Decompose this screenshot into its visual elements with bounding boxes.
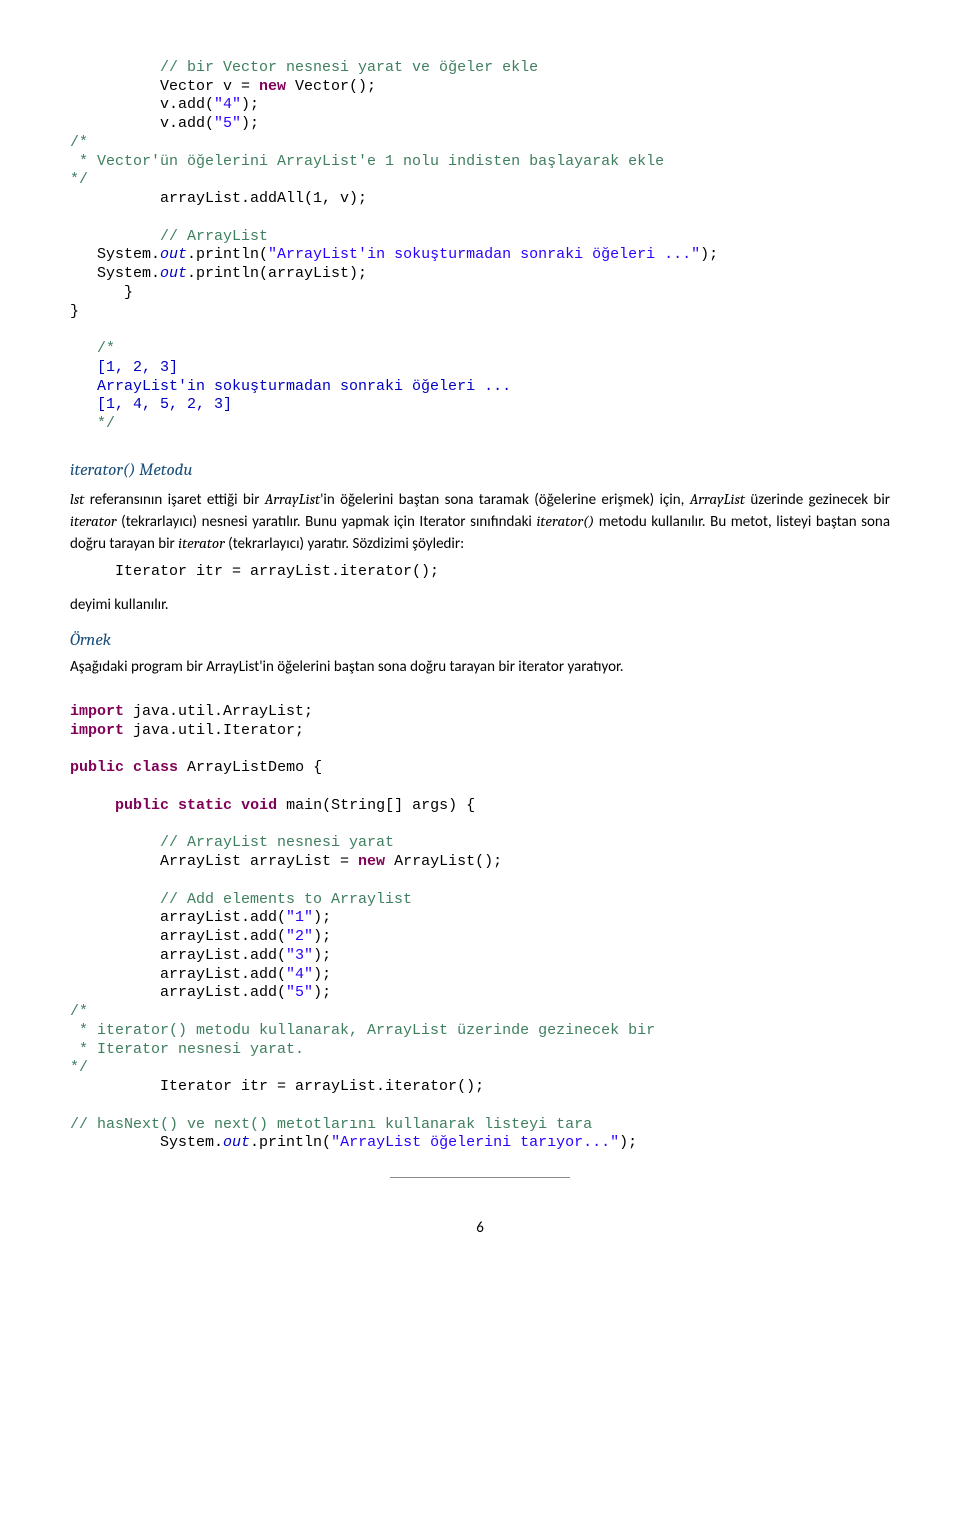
code-line: arrayList.add("2"); <box>70 928 331 945</box>
comment: */ <box>70 171 88 188</box>
code-line: v.add("4"); <box>70 96 259 113</box>
section-heading-ornek: Örnek <box>70 630 890 653</box>
paragraph-ornek: Aşağıdaki program bir ArrayList'in öğele… <box>70 657 890 678</box>
code-line: v.add("5"); <box>70 115 259 132</box>
section-heading-iterator: iterator() Metodu <box>70 460 890 483</box>
comment: /* <box>70 340 115 357</box>
code-line: import java.util.ArrayList; <box>70 703 313 720</box>
code-line: System.out.println(arrayList); <box>70 265 367 282</box>
page-number: 6 <box>70 1218 890 1238</box>
comment: * iterator() metodu kullanarak, ArrayLis… <box>70 1022 655 1039</box>
comment: */ <box>70 1059 88 1076</box>
code-line: } <box>70 284 133 301</box>
comment: /* <box>70 1003 88 1020</box>
code-line: Vector v = new Vector(); <box>70 78 376 95</box>
output-line: [1, 4, 5, 2, 3] <box>70 396 232 413</box>
paragraph-iterator: lst referansının işaret ettiği bir Array… <box>70 489 890 555</box>
comment: // hasNext() ve next() metotlarını kulla… <box>70 1116 592 1133</box>
output-line: ArrayList'in sokuşturmadan sonraki öğele… <box>70 378 511 395</box>
comment: // bir Vector nesnesi yarat ve öğeler ek… <box>70 59 538 76</box>
code-line-iterator: Iterator itr = arrayList.iterator(); <box>70 563 890 582</box>
comment: */ <box>70 415 115 432</box>
code-line: ArrayList arrayList = new ArrayList(); <box>70 853 502 870</box>
comment: // Add elements to Arraylist <box>70 891 412 908</box>
code-line: } <box>70 303 79 320</box>
code-line: System.out.println("ArrayList öğelerini … <box>70 1134 637 1151</box>
output-line: [1, 2, 3] <box>70 359 178 376</box>
code-line: arrayList.add("5"); <box>70 984 331 1001</box>
code-line: import java.util.Iterator; <box>70 722 304 739</box>
code-line: Iterator itr = arrayList.iterator(); <box>70 1078 484 1095</box>
code-line: arrayList.add("3"); <box>70 947 331 964</box>
comment: /* <box>70 134 88 151</box>
comment: // ArrayList <box>70 228 268 245</box>
code-line: arrayList.add("4"); <box>70 966 331 983</box>
comment: * Vector'ün öğelerini ArrayList'e 1 nolu… <box>70 153 664 170</box>
code-line: arrayList.add("1"); <box>70 909 331 926</box>
comment: // ArrayList nesnesi yarat <box>70 834 394 851</box>
code-line: arrayList.addAll(1, v); <box>70 190 367 207</box>
code-line: public class ArrayListDemo { <box>70 759 322 776</box>
code-block-1: // bir Vector nesnesi yarat ve öğeler ek… <box>70 40 890 434</box>
code-line: System.out.println("ArrayList'in sokuştu… <box>70 246 718 263</box>
footer-divider <box>390 1177 570 1178</box>
comment: * Iterator nesnesi yarat. <box>70 1041 304 1058</box>
code-block-2: import java.util.ArrayList; import java.… <box>70 684 890 1153</box>
code-line: public static void main(String[] args) { <box>70 797 475 814</box>
paragraph-deyimi: deyimi kullanılır. <box>70 595 890 616</box>
